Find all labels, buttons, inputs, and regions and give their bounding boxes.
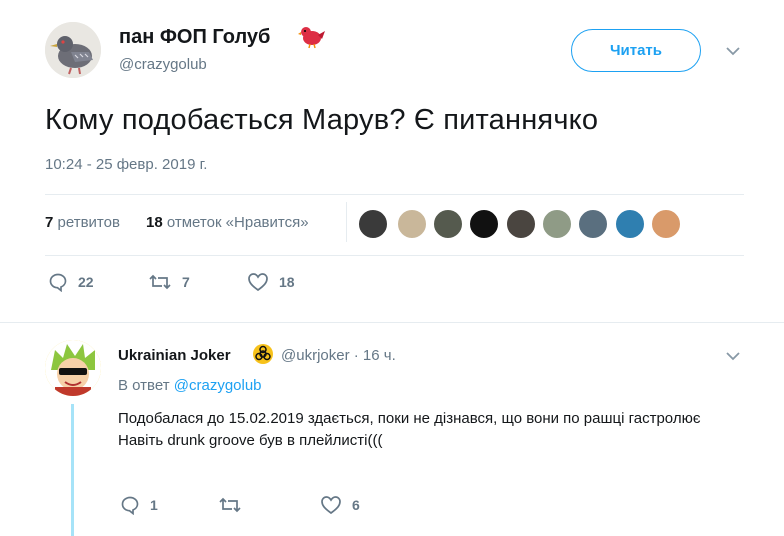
reply-to-line: В ответ @crazygolub bbox=[118, 377, 262, 394]
stats-separator bbox=[346, 202, 347, 242]
like-action[interactable]: 18 bbox=[247, 272, 295, 292]
chevron-down-icon[interactable] bbox=[726, 351, 740, 361]
liker-avatar[interactable] bbox=[433, 209, 463, 239]
liker-avatar[interactable] bbox=[615, 209, 645, 239]
reply-author-name[interactable]: Ukrainian Joker bbox=[118, 347, 231, 364]
likes-stat[interactable]: 18 отметок «Нравится» bbox=[146, 214, 309, 231]
tweet-text: Кому подобається Марув? Є питаннячко bbox=[45, 104, 599, 136]
liker-avatar[interactable] bbox=[542, 209, 572, 239]
thread-line bbox=[71, 404, 74, 536]
biohazard-icon bbox=[253, 344, 273, 364]
reply-reply-action[interactable]: 1 bbox=[120, 495, 158, 515]
reply-like-count: 6 bbox=[352, 497, 360, 513]
divider bbox=[0, 322, 784, 323]
reply-to-prefix: В ответ bbox=[118, 377, 170, 394]
reply-count: 22 bbox=[78, 274, 94, 290]
author-handle[interactable]: @crazygolub bbox=[119, 56, 207, 73]
reply-text: Подобалася до 15.02.2019 здається, поки … bbox=[118, 408, 738, 452]
reply-author-avatar[interactable] bbox=[45, 340, 101, 396]
reply-to-link[interactable]: @crazygolub bbox=[174, 377, 262, 394]
retweet-icon bbox=[219, 497, 241, 513]
heart-icon bbox=[321, 496, 341, 515]
retweet-count: 7 bbox=[182, 274, 190, 290]
reply-text-line: Навіть drunk groove був в плейлисті((( bbox=[118, 432, 383, 449]
follow-button[interactable]: Читать bbox=[571, 29, 701, 72]
reply-action[interactable]: 22 bbox=[48, 272, 94, 292]
reply-text-line: Подобалася до 15.02.2019 здається, поки … bbox=[118, 410, 701, 427]
retweets-count: 7 bbox=[45, 214, 54, 231]
reply-reply-count: 1 bbox=[150, 497, 158, 513]
divider bbox=[45, 255, 744, 256]
retweet-icon bbox=[149, 274, 171, 290]
reply-time[interactable]: · 16 ч. bbox=[354, 347, 396, 364]
liker-avatar[interactable] bbox=[651, 209, 681, 239]
reply-retweet-action[interactable] bbox=[218, 495, 252, 515]
divider bbox=[45, 194, 744, 195]
likes-label: отметок «Нравится» bbox=[166, 214, 309, 231]
liker-avatar[interactable] bbox=[397, 209, 427, 239]
liker-avatar[interactable] bbox=[469, 209, 499, 239]
retweets-stat[interactable]: 7 ретвитов bbox=[45, 214, 120, 231]
tweet-timestamp[interactable]: 10:24 - 25 февр. 2019 г. bbox=[45, 156, 207, 173]
author-name[interactable]: пан ФОП Голуб bbox=[119, 26, 270, 49]
reply-icon bbox=[121, 496, 139, 515]
red-bird-icon bbox=[298, 27, 325, 49]
liker-avatar[interactable] bbox=[358, 209, 388, 239]
reply-meta: @ukrjoker · 16 ч. bbox=[281, 347, 396, 364]
liker-avatar[interactable] bbox=[506, 209, 536, 239]
chevron-down-icon[interactable] bbox=[726, 46, 740, 56]
heart-icon bbox=[248, 273, 268, 292]
likes-count: 18 bbox=[146, 214, 163, 231]
reply-author-handle[interactable]: @ukrjoker bbox=[281, 347, 350, 364]
reply-like-action[interactable]: 6 bbox=[320, 495, 360, 515]
retweet-action[interactable]: 7 bbox=[148, 272, 190, 292]
reply-icon bbox=[49, 273, 67, 292]
like-count: 18 bbox=[279, 274, 295, 290]
author-avatar[interactable] bbox=[45, 22, 101, 78]
liker-avatar[interactable] bbox=[578, 209, 608, 239]
retweets-label: ретвитов bbox=[57, 214, 120, 231]
